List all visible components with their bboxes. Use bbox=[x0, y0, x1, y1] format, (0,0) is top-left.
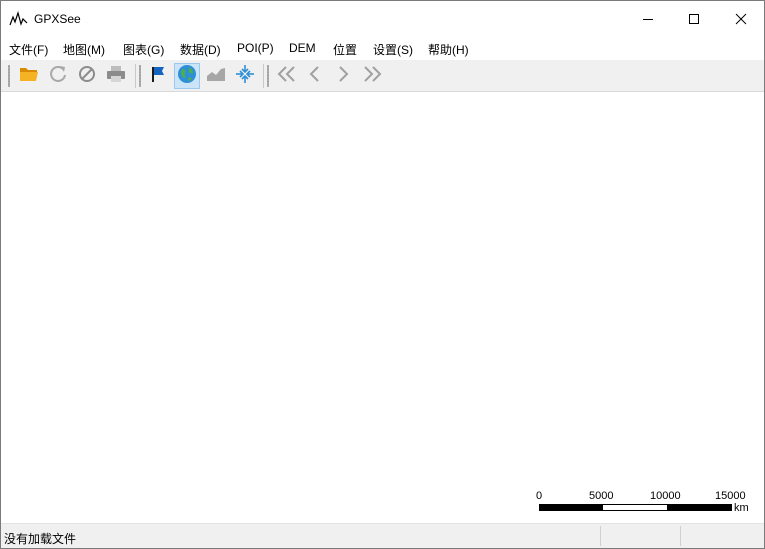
toolbar bbox=[1, 60, 764, 92]
next-icon bbox=[333, 64, 353, 88]
minimize-button[interactable] bbox=[625, 1, 671, 38]
scale-bar: 0 5000 10000 15000 km bbox=[533, 490, 753, 516]
first-button[interactable] bbox=[274, 63, 300, 89]
toolbar-grip[interactable] bbox=[267, 65, 269, 87]
close-icon bbox=[735, 10, 747, 29]
status-text: 没有加载文件 bbox=[4, 532, 77, 546]
menu-map[interactable]: 地图(M) bbox=[63, 41, 105, 58]
menu-file[interactable]: 文件(F) bbox=[9, 41, 48, 58]
menu-dem[interactable]: DEM bbox=[289, 41, 316, 55]
previous-icon bbox=[305, 64, 325, 88]
menu-help[interactable]: 帮助(H) bbox=[428, 41, 469, 58]
toolbar-grip[interactable] bbox=[139, 65, 141, 87]
scale-unit: km bbox=[734, 502, 749, 514]
open-button[interactable] bbox=[16, 63, 42, 89]
menu-poi[interactable]: POI(P) bbox=[237, 41, 274, 55]
maximize-icon bbox=[688, 10, 700, 29]
close-button[interactable] bbox=[718, 1, 764, 38]
status-divider bbox=[600, 526, 601, 546]
close-file-button[interactable] bbox=[74, 63, 100, 89]
waypoints-button[interactable] bbox=[145, 63, 171, 89]
toolbar-grip[interactable] bbox=[8, 65, 10, 87]
show-map-button[interactable] bbox=[174, 63, 200, 89]
menu-graph[interactable]: 图表(G) bbox=[123, 41, 164, 58]
previous-button[interactable] bbox=[302, 63, 328, 89]
maximize-button[interactable] bbox=[671, 1, 717, 38]
close-file-icon bbox=[77, 64, 97, 88]
print-icon bbox=[106, 64, 126, 88]
map-view[interactable]: 0 5000 10000 15000 km bbox=[1, 92, 764, 523]
flag-icon bbox=[148, 64, 168, 88]
scale-label: 5000 bbox=[589, 490, 614, 502]
scale-bar-graphic bbox=[539, 504, 732, 511]
graph-icon bbox=[206, 64, 226, 88]
toolbar-separator bbox=[135, 64, 136, 88]
last-icon bbox=[361, 64, 383, 88]
first-icon bbox=[276, 64, 298, 88]
gpxsee-logo-icon bbox=[9, 10, 29, 27]
open-folder-icon bbox=[19, 65, 39, 87]
status-bar: 没有加载文件 bbox=[1, 523, 764, 548]
title-bar[interactable]: GPXSee bbox=[1, 1, 764, 38]
window-title: GPXSee bbox=[34, 12, 81, 26]
scale-label: 0 bbox=[536, 490, 543, 502]
toolbar-separator bbox=[263, 64, 264, 88]
reload-button[interactable] bbox=[45, 63, 71, 89]
show-graphs-button[interactable] bbox=[203, 63, 229, 89]
menu-position[interactable]: 位置 bbox=[333, 41, 357, 58]
menu-bar: 文件(F) 地图(M) 图表(G) 数据(D) POI(P) DEM 位置 设置… bbox=[1, 38, 764, 59]
globe-icon bbox=[177, 64, 197, 88]
zoom-fit-button[interactable] bbox=[232, 63, 258, 89]
zoom-fit-icon bbox=[235, 64, 255, 88]
scale-label: 10000 bbox=[650, 490, 681, 502]
menu-settings[interactable]: 设置(S) bbox=[373, 41, 413, 58]
reload-icon bbox=[48, 64, 68, 88]
print-button[interactable] bbox=[103, 63, 129, 89]
menu-data[interactable]: 数据(D) bbox=[180, 41, 221, 58]
last-button[interactable] bbox=[359, 63, 385, 89]
scale-label: 15000 bbox=[715, 490, 746, 502]
next-button[interactable] bbox=[330, 63, 356, 89]
status-divider bbox=[680, 526, 681, 546]
app-window: GPXSee 文件(F) 地图(M) 图表(G) 数据(D) POI(P) DE… bbox=[0, 0, 765, 549]
minimize-icon bbox=[642, 10, 654, 29]
